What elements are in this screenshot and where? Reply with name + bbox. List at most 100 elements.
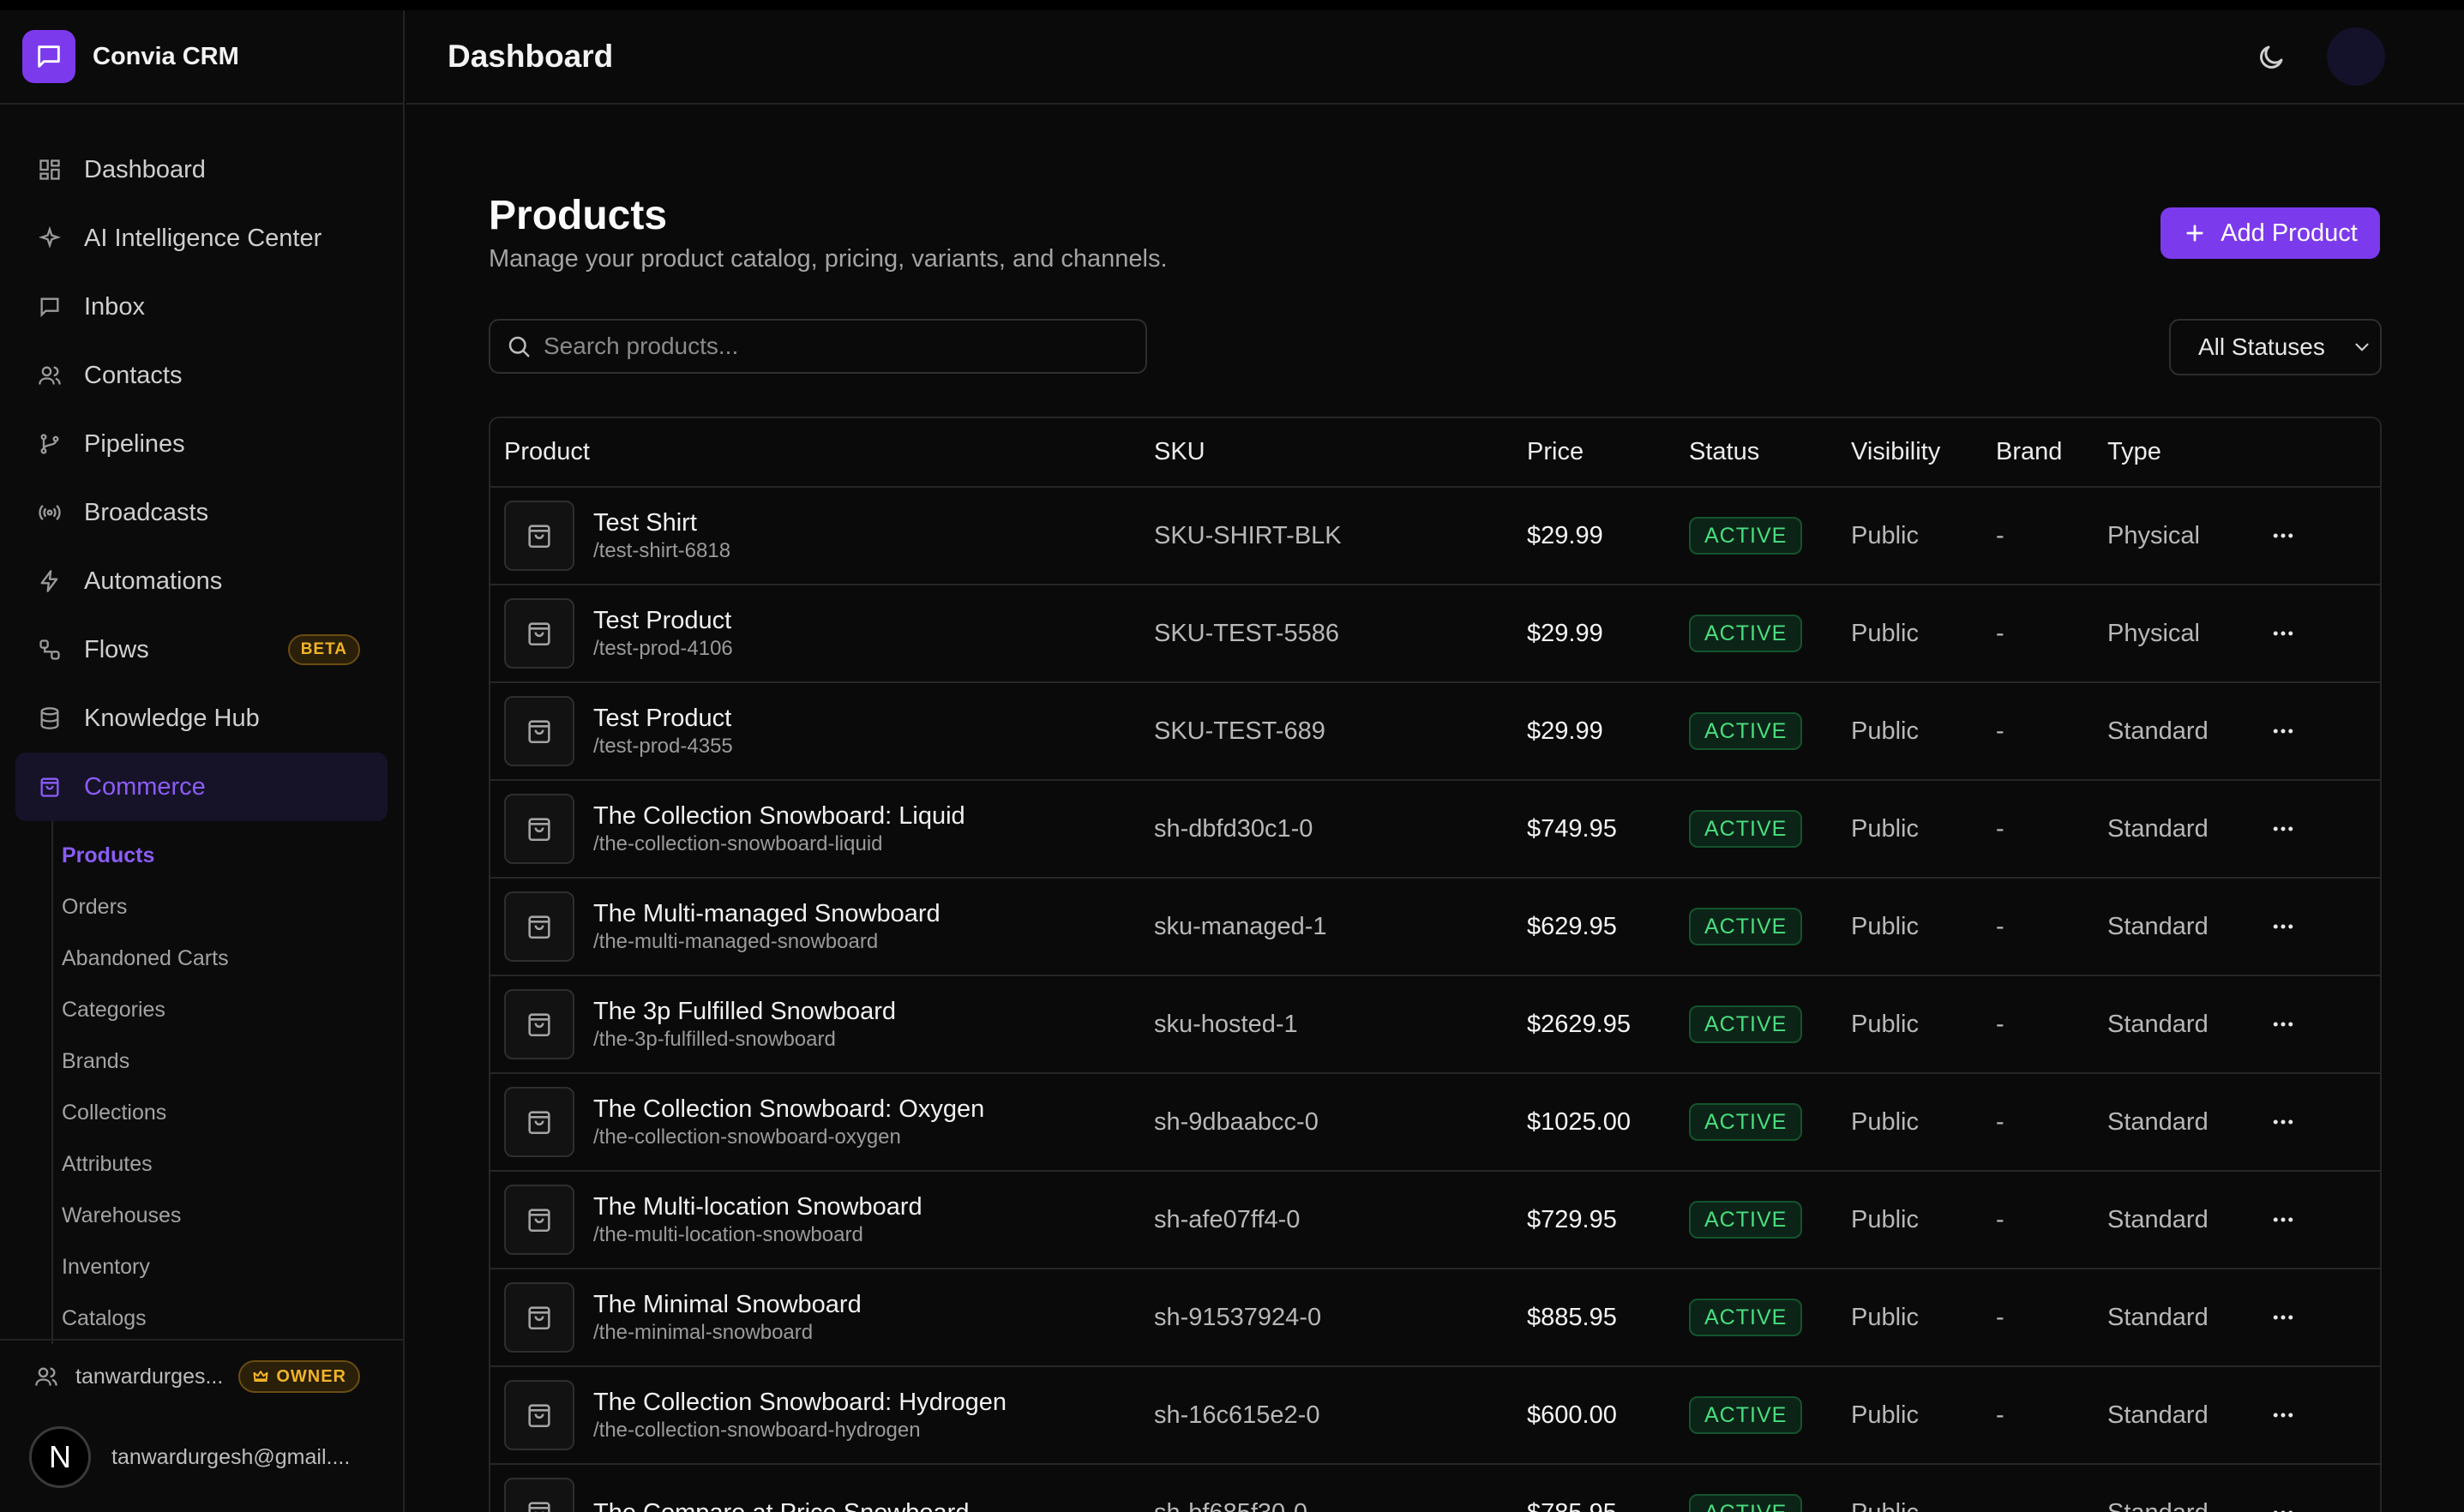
sidebar-item-dashboard[interactable]: Dashboard xyxy=(0,135,403,204)
column-header-price[interactable]: Price xyxy=(1513,418,1675,488)
column-header-brand[interactable]: Brand xyxy=(1982,418,2094,488)
users-icon xyxy=(36,362,63,389)
broadcast-icon xyxy=(36,499,63,526)
product-name[interactable]: The Multi-location Snowboard xyxy=(593,1191,922,1222)
type-cell: Physical xyxy=(2107,619,2200,647)
search-box[interactable] xyxy=(489,319,1147,374)
subnav-item-inventory[interactable]: Inventory xyxy=(2,1241,403,1293)
product-name[interactable]: The Compare at Price Snowboard xyxy=(593,1497,969,1512)
sidebar-item-flows[interactable]: Flows BETA xyxy=(0,615,403,684)
more-actions-icon[interactable] xyxy=(2270,1305,2380,1330)
sidebar-item-contacts[interactable]: Contacts xyxy=(0,341,403,410)
page-subtitle: Manage your product catalog, pricing, va… xyxy=(489,245,1168,273)
product-name[interactable]: The Collection Snowboard: Liquid xyxy=(593,801,965,831)
price-cell: $1025.00 xyxy=(1527,1107,1631,1136)
sku-cell: sh-16c615e2-0 xyxy=(1154,1401,1320,1429)
sidebar-item-pipelines[interactable]: Pipelines xyxy=(0,410,403,478)
more-actions-icon[interactable] xyxy=(2270,816,2380,842)
subnav-item-abandoned-carts[interactable]: Abandoned Carts xyxy=(2,933,403,984)
more-actions-icon[interactable] xyxy=(2270,523,2380,549)
product-name[interactable]: Test Product xyxy=(593,605,733,636)
actions-cell xyxy=(2257,1464,2380,1512)
table-row[interactable]: Test Product/test-prod-4355 SKU-TEST-689 $… xyxy=(490,682,2380,780)
add-product-button[interactable]: Add Product xyxy=(2161,207,2380,259)
product-name[interactable]: The Collection Snowboard: Oxygen xyxy=(593,1094,984,1125)
column-header-type[interactable]: Type xyxy=(2094,418,2257,488)
type-cell: Standard xyxy=(2107,1401,2209,1429)
status-badge: ACTIVE xyxy=(1689,1299,1803,1336)
theme-toggle-button[interactable] xyxy=(2250,36,2293,79)
sku-cell: sku-managed-1 xyxy=(1154,912,1327,940)
brand-cell: - xyxy=(1996,1401,2004,1429)
status-filter-select[interactable]: All Statuses xyxy=(2169,319,2382,375)
product-name[interactable]: The Minimal Snowboard xyxy=(593,1289,862,1320)
product-name[interactable]: The 3p Fulfilled Snowboard xyxy=(593,996,896,1027)
table-row[interactable]: The Multi-location Snowboard/the-multi-l… xyxy=(490,1171,2380,1269)
subnav-item-attributes[interactable]: Attributes xyxy=(2,1138,403,1190)
brand[interactable]: Convia CRM xyxy=(0,10,403,105)
brand-cell: - xyxy=(1996,619,2004,647)
actions-cell xyxy=(2257,1269,2380,1366)
more-actions-icon[interactable] xyxy=(2270,1500,2380,1512)
column-header-sku[interactable]: SKU xyxy=(1140,418,1513,488)
subnav-item-orders[interactable]: Orders xyxy=(2,881,403,933)
table-row[interactable]: The Collection Snowboard: Oxygen/the-col… xyxy=(490,1073,2380,1171)
product-name[interactable]: The Collection Snowboard: Hydrogen xyxy=(593,1387,1007,1418)
sidebar-item-broadcasts[interactable]: Broadcasts xyxy=(0,478,403,547)
sidebar-item-commerce[interactable]: Commerce xyxy=(15,753,388,821)
product-name[interactable]: Test Shirt xyxy=(593,507,730,538)
beta-badge: BETA xyxy=(287,634,360,665)
sidebar-item-inbox[interactable]: Inbox xyxy=(0,273,403,341)
status-badge: ACTIVE xyxy=(1689,908,1803,945)
actions-cell xyxy=(2257,975,2380,1073)
table-row[interactable]: Test Shirt/test-shirt-6818 SKU-SHIRT-BLK $… xyxy=(490,487,2380,585)
column-header-visibility[interactable]: Visibility xyxy=(1837,418,1982,488)
sidebar-item-label: Inbox xyxy=(84,292,145,321)
product-cell: The 3p Fulfilled Snowboard/the-3p-fulfil… xyxy=(490,975,1140,1073)
status-cell: ACTIVE xyxy=(1675,585,1837,682)
header-avatar[interactable] xyxy=(2327,27,2385,86)
more-actions-icon[interactable] xyxy=(2270,1109,2380,1135)
subnav-item-warehouses[interactable]: Warehouses xyxy=(2,1190,403,1241)
table-row[interactable]: The Minimal Snowboard/the-minimal-snowbo… xyxy=(490,1269,2380,1366)
brand-cell: - xyxy=(1996,1205,2004,1233)
column-header-product[interactable]: Product xyxy=(490,418,1140,488)
search-input[interactable] xyxy=(544,333,1127,360)
workspace-user[interactable]: tanwardurges... OWNER xyxy=(34,1358,360,1395)
subnav-item-catalogs[interactable]: Catalogs xyxy=(2,1293,403,1344)
status-cell: ACTIVE xyxy=(1675,1269,1837,1366)
sidebar-item-automations[interactable]: Automations xyxy=(0,547,403,615)
column-header-status[interactable]: Status xyxy=(1675,418,1837,488)
account-menu[interactable]: N tanwardurgesh@gmail.... xyxy=(29,1426,350,1488)
table-row[interactable]: The Multi-managed Snowboard/the-multi-ma… xyxy=(490,878,2380,975)
more-actions-icon[interactable] xyxy=(2270,1207,2380,1233)
more-actions-icon[interactable] xyxy=(2270,1402,2380,1428)
table-row[interactable]: The Compare at Price Snowboard sh-bf685f3… xyxy=(490,1464,2380,1512)
subnav-item-collections[interactable]: Collections xyxy=(2,1087,403,1138)
table-row[interactable]: Test Product/test-prod-4106 SKU-TEST-5586… xyxy=(490,585,2380,682)
product-name[interactable]: The Multi-managed Snowboard xyxy=(593,898,941,929)
main-content: Products Manage your product catalog, pr… xyxy=(406,106,2464,1512)
more-actions-icon[interactable] xyxy=(2270,621,2380,646)
product-name[interactable]: Test Product xyxy=(593,703,733,734)
table-row[interactable]: The Collection Snowboard: Hydrogen/the-c… xyxy=(490,1366,2380,1464)
more-actions-icon[interactable] xyxy=(2270,914,2380,939)
subnav-item-brands[interactable]: Brands xyxy=(2,1035,403,1087)
owner-badge-label: OWNER xyxy=(276,1366,346,1386)
sku-cell: sh-dbfd30c1-0 xyxy=(1154,814,1313,843)
sidebar: Convia CRM Dashboard AI Intelligence Cen… xyxy=(0,10,405,1512)
table-row[interactable]: The Collection Snowboard: Liquid/the-col… xyxy=(490,780,2380,878)
sku-cell: sh-afe07ff4-0 xyxy=(1154,1205,1301,1233)
products-table: Product SKU Price Status Visibility Bran… xyxy=(489,417,2382,1512)
more-actions-icon[interactable] xyxy=(2270,1011,2380,1037)
subnav-item-products[interactable]: Products xyxy=(2,830,403,881)
sidebar-item-knowledge-hub[interactable]: Knowledge Hub xyxy=(0,684,403,753)
type-cell: Standard xyxy=(2107,912,2209,940)
sidebar-item-ai-intelligence[interactable]: AI Intelligence Center xyxy=(0,204,403,273)
status-cell: ACTIVE xyxy=(1675,1073,1837,1171)
table-row[interactable]: The 3p Fulfilled Snowboard/the-3p-fulfil… xyxy=(490,975,2380,1073)
subnav-item-categories[interactable]: Categories xyxy=(2,984,403,1035)
visibility-cell: Public xyxy=(1851,521,1919,549)
actions-cell xyxy=(2257,1073,2380,1171)
more-actions-icon[interactable] xyxy=(2270,718,2380,744)
